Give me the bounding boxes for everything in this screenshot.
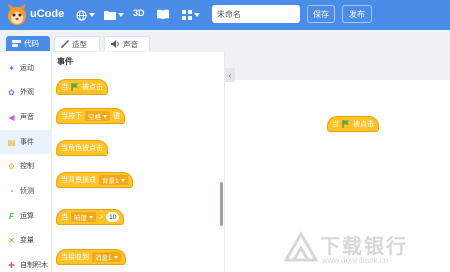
- publish-button[interactable]: 发布: [342, 5, 372, 23]
- events-icon: ▤: [7, 137, 16, 147]
- green-flag-icon: [342, 120, 349, 128]
- ucode-logo-icon: [8, 4, 26, 25]
- block-text: 当: [332, 121, 339, 128]
- sound-icon: ◀: [8, 112, 15, 122]
- block-palette: 事件 当 被点击 当按下 空格 键 当角色被点击 当背景换成 背景1 当 响度 …: [52, 52, 225, 272]
- category-label: 事件: [20, 139, 34, 146]
- tab-code[interactable]: 代码: [6, 36, 50, 51]
- collapse-palette-button[interactable]: ‹: [225, 68, 235, 82]
- category-sound[interactable]: ◀ 声音: [0, 105, 52, 129]
- chevron-down-icon: [194, 13, 200, 17]
- tab-label: 声音: [123, 39, 138, 49]
- block-text: 当背景换成: [61, 177, 96, 184]
- brush-icon: [61, 40, 69, 48]
- block-text: 被点击: [353, 121, 374, 128]
- green-flag-icon: [71, 83, 78, 91]
- tab-sounds[interactable]: 声音: [104, 36, 150, 51]
- category-control[interactable]: ⚙ 控制: [0, 154, 52, 178]
- category-sensing[interactable]: ◔ 侦测: [0, 179, 52, 203]
- chevron-down-icon: [120, 178, 125, 182]
- category-label: 运算: [20, 213, 34, 220]
- when-greater-than-block[interactable]: 当 响度 > 10: [56, 209, 125, 225]
- book-icon[interactable]: [157, 9, 169, 19]
- category-list: ✦ 运动 ✿ 外观 ◀ 声音 ▤ 事件 ⚙ 控制 ◔ 侦测 F 运算 ✕ 变量 …: [0, 52, 52, 272]
- backdrop-dropdown[interactable]: 背景1: [99, 175, 128, 185]
- sensing-icon: ◔: [9, 186, 14, 196]
- category-label: 侦测: [20, 188, 34, 195]
- palette-scrollbar[interactable]: [220, 182, 223, 226]
- message-dropdown[interactable]: 消息1: [92, 252, 121, 262]
- chevron-down-icon: [103, 114, 107, 118]
- category-motion[interactable]: ✦ 运动: [0, 56, 52, 80]
- threshold-input[interactable]: 10: [106, 212, 120, 222]
- chevron-down-icon: [89, 13, 95, 17]
- when-flag-clicked-block[interactable]: 当 被点击: [56, 79, 108, 95]
- watermark-url: www.downbank.cn: [322, 256, 389, 265]
- code-icon: [12, 39, 21, 47]
- chevron-down-icon: [113, 255, 118, 259]
- globe-language-button[interactable]: [76, 7, 95, 23]
- motion-icon: ✦: [8, 63, 15, 73]
- top-bar: uCode 3D 保存 发布: [0, 0, 450, 30]
- watermark: 下载银行 www.downbank.cn: [284, 228, 450, 272]
- block-text: 当角色被点击: [61, 145, 103, 152]
- block-text: 被点击: [82, 84, 103, 91]
- dropdown-value: 响度: [74, 215, 87, 222]
- category-label: 变量: [20, 237, 34, 244]
- operators-icon: F: [9, 211, 14, 221]
- looks-icon: ✿: [8, 87, 15, 97]
- speaker-icon: [111, 40, 119, 48]
- dropdown-value: 背景1: [102, 178, 119, 185]
- block-text: >: [99, 213, 104, 221]
- category-label: 外观: [20, 89, 34, 96]
- workspace-when-flag-clicked-block[interactable]: 当 被点击: [327, 116, 379, 132]
- when-sprite-clicked-block[interactable]: 当角色被点击: [56, 140, 108, 156]
- when-backdrop-switches-block[interactable]: 当背景换成 背景1: [56, 172, 133, 188]
- watermark-text: 下载银行: [320, 236, 408, 258]
- block-text: 当: [61, 214, 68, 221]
- when-receive-message-block[interactable]: 当接收到 消息1: [56, 249, 126, 265]
- variables-icon: ✕: [8, 235, 15, 245]
- chevron-down-icon: [118, 13, 124, 17]
- block-text: 键: [113, 113, 120, 120]
- palette-section-title: 事件: [57, 57, 73, 66]
- save-button[interactable]: 保存: [307, 5, 335, 23]
- chevron-down-icon: [89, 215, 93, 219]
- block-text: 当: [61, 84, 68, 91]
- block-text: 当按下: [61, 113, 82, 120]
- chevron-left-icon: ‹: [228, 70, 232, 80]
- dropdown-value: 消息1: [95, 255, 112, 262]
- control-icon: ⚙: [7, 161, 16, 171]
- globe-icon: [76, 9, 87, 21]
- tab-costumes[interactable]: 造型: [54, 36, 100, 51]
- brand-name: uCode: [30, 8, 65, 20]
- category-operators[interactable]: F 运算: [0, 204, 52, 228]
- custom-blocks-icon: ✚: [8, 260, 15, 270]
- project-name-input[interactable]: [212, 5, 300, 23]
- watermark-logo-icon: [284, 230, 318, 262]
- category-custom-blocks[interactable]: ✚ 自制积木: [0, 253, 52, 272]
- dropdown-value: 空格: [88, 114, 101, 121]
- when-key-pressed-block[interactable]: 当按下 空格 键: [56, 108, 125, 124]
- category-label: 运动: [20, 65, 34, 72]
- sensor-dropdown[interactable]: 响度: [71, 212, 96, 222]
- key-dropdown[interactable]: 空格: [85, 111, 110, 121]
- category-events[interactable]: ▤ 事件: [0, 130, 52, 154]
- view-3d-button[interactable]: 3D: [133, 8, 145, 18]
- layout-menu-button[interactable]: [182, 7, 200, 23]
- category-variables[interactable]: ✕ 变量: [0, 228, 52, 252]
- category-looks[interactable]: ✿ 外观: [0, 80, 52, 104]
- grid-icon: [182, 10, 192, 20]
- category-label: 声音: [20, 114, 34, 121]
- category-label: 控制: [20, 163, 34, 170]
- editor-tabs: 代码 造型 声音: [0, 30, 225, 52]
- folder-menu-button[interactable]: [104, 7, 124, 23]
- tab-label: 造型: [72, 39, 87, 49]
- tab-label: 代码: [24, 39, 39, 48]
- workspace-top-strip: [225, 30, 450, 80]
- block-text: 当接收到: [61, 254, 89, 261]
- folder-icon: [104, 11, 116, 20]
- category-label: 自制积木: [20, 262, 48, 269]
